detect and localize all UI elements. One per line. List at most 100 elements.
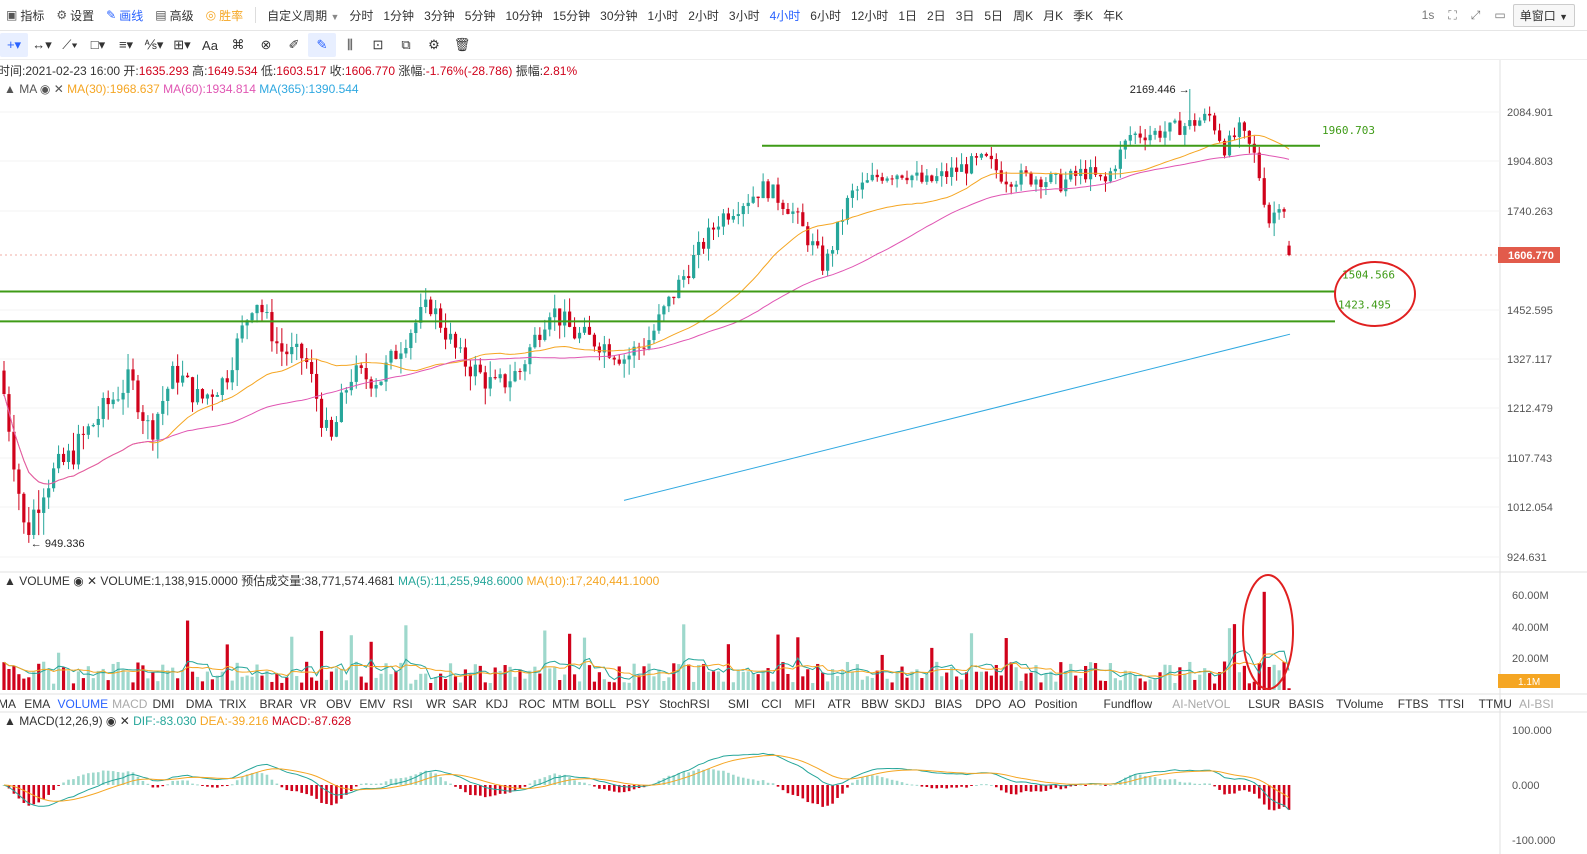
indicator-tab-cci[interactable]: CCI xyxy=(761,697,782,711)
indicator-tab-volume[interactable]: VOLUME xyxy=(58,697,109,711)
period-16[interactable]: 5日 xyxy=(984,7,1003,24)
indicator-tab-boll[interactable]: BOLL xyxy=(585,697,616,711)
interval-label[interactable]: 1s xyxy=(1422,8,1435,22)
camera-icon[interactable]: ▭ xyxy=(1494,8,1505,22)
custom-period-dropdown[interactable]: 自定义周期 ▼ xyxy=(267,7,339,24)
indicator-tab-brar[interactable]: BRAR xyxy=(260,697,294,711)
parallel-channel-icon[interactable]: ≡▾ xyxy=(112,33,140,57)
period-13[interactable]: 1日 xyxy=(898,7,917,24)
fib-icon[interactable]: ⅍▾ xyxy=(140,33,168,57)
indicator-tab-atr[interactable]: ATR xyxy=(828,697,851,711)
window-mode-dropdown[interactable]: 单窗口 ▼ xyxy=(1512,3,1575,27)
period-4[interactable]: 10分钟 xyxy=(505,7,542,24)
period-2[interactable]: 3分钟 xyxy=(424,7,455,24)
candle-body xyxy=(116,399,120,401)
trash-icon[interactable]: 🗑 xyxy=(448,33,476,57)
period-8[interactable]: 2小时 xyxy=(688,7,719,24)
period-15[interactable]: 3日 xyxy=(956,7,975,24)
rectangle-icon[interactable]: □▾ xyxy=(84,33,112,57)
volume-bar xyxy=(860,679,864,690)
candle-body xyxy=(518,371,522,373)
period-17[interactable]: 周K xyxy=(1013,7,1033,24)
indicator-tab-bbw[interactable]: BBW xyxy=(861,697,889,711)
pattern-icon[interactable]: ⌘ xyxy=(224,33,252,57)
indicator-tab-rsi[interactable]: RSI xyxy=(393,697,413,711)
indicator-tab-ao[interactable]: AO xyxy=(1009,697,1026,711)
period-9[interactable]: 3小时 xyxy=(729,7,760,24)
period-20[interactable]: 年K xyxy=(1103,7,1123,24)
candle-body xyxy=(12,431,16,470)
indicator-tab-position[interactable]: Position xyxy=(1035,697,1078,711)
indicator-tab-dmi[interactable]: DMI xyxy=(153,697,175,711)
ruler-icon[interactable]: ✐ xyxy=(280,33,308,57)
indicator-tab-skdj[interactable]: SKDJ xyxy=(894,697,925,711)
indicator-tab-roc[interactable]: ROC xyxy=(519,697,546,711)
period-12[interactable]: 12小时 xyxy=(851,7,888,24)
macd-histogram-bar xyxy=(930,785,934,789)
indicator-tab-ai-netvol[interactable]: AI-NetVOL xyxy=(1172,697,1230,711)
period-0[interactable]: 分时 xyxy=(349,7,373,24)
expand-icon[interactable]: ⤢ xyxy=(1471,8,1481,23)
indicator-tab-ttsi[interactable]: TTSI xyxy=(1438,697,1464,711)
indicator-tab-fundflow[interactable]: Fundflow xyxy=(1104,697,1153,711)
indicator-tab-trix[interactable]: TRIX xyxy=(219,697,246,711)
period-18[interactable]: 月K xyxy=(1043,7,1063,24)
period-3[interactable]: 5分钟 xyxy=(465,7,496,24)
indicator-tab-ttmu[interactable]: TTMU xyxy=(1479,697,1512,711)
indicator-tab-sar[interactable]: SAR xyxy=(452,697,477,711)
indicator-tab-ema[interactable]: EMA xyxy=(24,697,50,711)
pencil-icon[interactable]: ✎ xyxy=(308,33,336,57)
indicator-tab-obv[interactable]: OBV xyxy=(326,697,351,711)
period-19[interactable]: 季K xyxy=(1073,7,1093,24)
chart-area[interactable]: 2084.901 1904.803 1740.263 1452.595 1327.117… xyxy=(0,60,1587,854)
text-icon[interactable]: Aa xyxy=(196,33,224,57)
indicator-tab-stochrsi[interactable]: StochRSI xyxy=(659,697,710,711)
indicator-tab-emv[interactable]: EMV xyxy=(359,697,385,711)
period-14[interactable]: 2日 xyxy=(927,7,946,24)
lock-icon[interactable]: ⊡ xyxy=(364,33,392,57)
indicator-tab-wr[interactable]: WR xyxy=(426,697,446,711)
indicator-tab-kdj[interactable]: KDJ xyxy=(486,697,509,711)
period-1[interactable]: 1分钟 xyxy=(383,7,414,24)
period-11[interactable]: 6小时 xyxy=(810,7,841,24)
indicator-tab-ma[interactable]: MA xyxy=(0,697,16,711)
indicator-tab-bias[interactable]: BIAS xyxy=(935,697,962,711)
indicator-tab-ftbs[interactable]: FTBS xyxy=(1398,697,1429,711)
indicator-tab-smi[interactable]: SMI xyxy=(728,697,749,711)
indicator-tab-dma[interactable]: DMA xyxy=(186,697,213,711)
indicator-tab-psy[interactable]: PSY xyxy=(626,697,650,711)
indicator-tab-lsur[interactable]: LSUR xyxy=(1248,697,1280,711)
macd-histogram-bar xyxy=(300,785,303,793)
trend-line-icon[interactable]: ⟋▾ xyxy=(56,33,84,57)
period-7[interactable]: 1小时 xyxy=(648,7,679,24)
period-10[interactable]: 4小时 xyxy=(770,7,801,24)
fullscreen-icon[interactable]: ⛶ xyxy=(1448,8,1456,23)
bars-pattern-icon[interactable]: ⫼ xyxy=(336,33,364,57)
indicator-tab-ai-bsi[interactable]: AI-BSI xyxy=(1519,697,1554,711)
settings-box-icon[interactable]: ⚙ xyxy=(420,33,448,57)
settings-button[interactable]: ⚙ 设置 xyxy=(56,7,94,24)
candle-body xyxy=(558,308,562,326)
candle-body xyxy=(394,350,398,359)
magnet-icon[interactable]: ⊗ xyxy=(252,33,280,57)
volume-bar xyxy=(17,674,21,690)
winrate-button[interactable]: ◎ 胜率 xyxy=(206,7,244,24)
macd-legend: ▲ MACD(12,26,9) ◉ ✕ DIF:-83.030 DEA:-39.… xyxy=(4,714,352,728)
indicator-tab-mtm[interactable]: MTM xyxy=(552,697,579,711)
indicator-tab-vr[interactable]: VR xyxy=(300,697,317,711)
chart-svg[interactable]: 2084.901 1904.803 1740.263 1452.595 1327.117… xyxy=(0,60,1587,854)
period-5[interactable]: 15分钟 xyxy=(553,7,590,24)
advanced-button[interactable]: ▤ 高级 xyxy=(155,7,193,24)
crosshair-icon[interactable]: +▾ xyxy=(0,33,28,57)
indicator-tab-macd[interactable]: MACD xyxy=(112,697,148,711)
drawing-button[interactable]: ✎ 画线 xyxy=(106,7,143,24)
indicator-tab-basis[interactable]: BASIS xyxy=(1289,697,1324,711)
horizontal-line-icon[interactable]: ↔▾ xyxy=(28,33,56,57)
period-6[interactable]: 30分钟 xyxy=(600,7,637,24)
copy-icon[interactable]: ⧉ xyxy=(392,33,420,57)
indicator-tab-tvolume[interactable]: TVolume xyxy=(1336,697,1384,711)
indicator-tab-dpo[interactable]: DPO xyxy=(975,697,1001,711)
measure-icon[interactable]: ⊞▾ xyxy=(168,33,196,57)
indicator-tab-mfi[interactable]: MFI xyxy=(795,697,816,711)
indicators-button[interactable]: ▣ 指标 xyxy=(6,7,44,24)
